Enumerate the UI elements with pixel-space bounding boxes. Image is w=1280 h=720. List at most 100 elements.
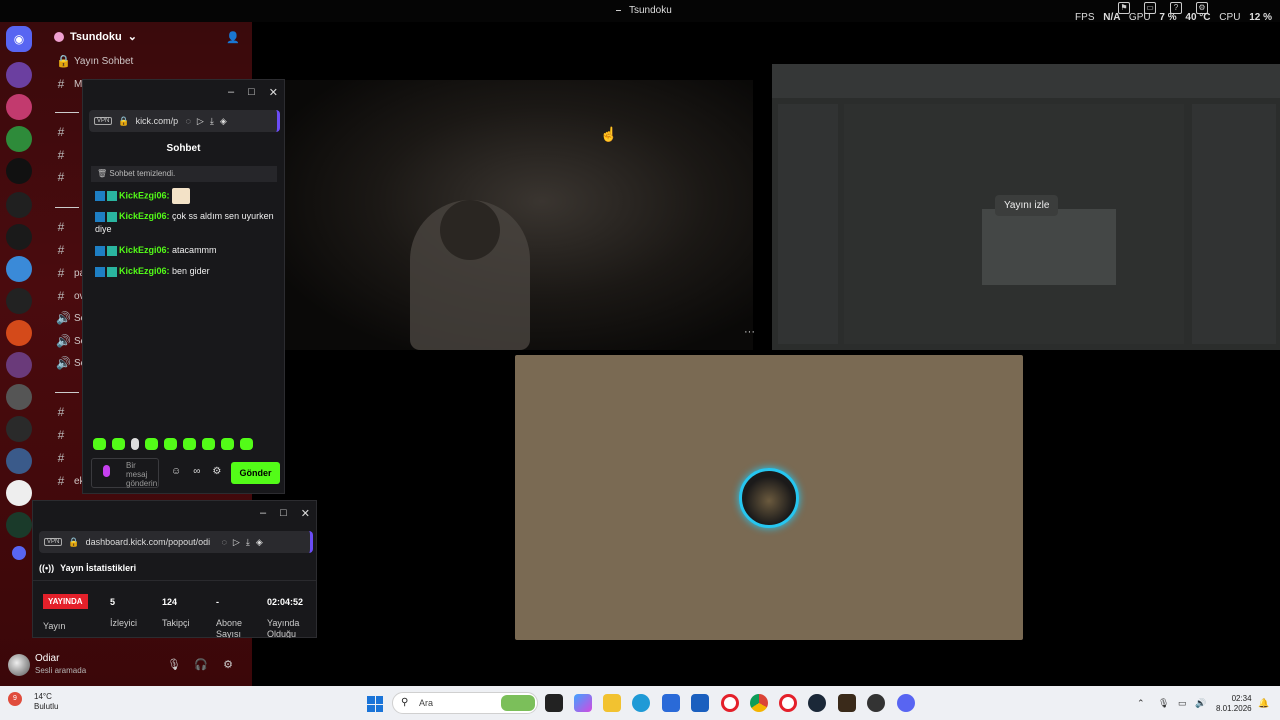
chat-username[interactable]: KickEzgi06: [119,211,170,221]
extension-icon[interactable]: ◈ [256,537,263,548]
emote-icon[interactable] [131,438,139,450]
server-icon[interactable] [6,62,32,88]
vpn-icon[interactable]: VPN [94,117,113,125]
mic-icon[interactable]: 🎙 [1158,698,1169,709]
maximize-icon[interactable]: □ [248,86,255,99]
close-icon[interactable]: ✕ [301,507,310,520]
download-icon[interactable]: ⤓ [246,537,250,548]
url-text[interactable]: kick.com/p [136,116,180,126]
server-icon[interactable] [6,352,32,378]
server-icon[interactable] [6,256,32,282]
server-icon[interactable] [6,288,32,314]
folder-icon[interactable] [12,546,26,560]
avatar[interactable] [8,654,30,676]
stream-person-head [440,200,500,260]
mic-icon[interactable]: 🎙 [167,658,181,672]
more-options-icon[interactable]: ··· [744,326,755,338]
channel-item[interactable]: # [56,243,66,257]
server-icon[interactable] [6,320,32,346]
minimize-icon[interactable]: – [260,507,266,520]
task-view-icon[interactable] [545,694,563,712]
network-icon[interactable]: ▭ [1178,698,1187,709]
add-user-icon[interactable]: 👤 [226,31,240,44]
extension-icon[interactable]: ◈ [220,116,227,127]
mic-icon[interactable] [103,465,110,477]
outlook-icon[interactable] [691,694,709,712]
headphones-icon[interactable]: 🎧 [194,658,208,672]
download-icon[interactable]: ⤓ [210,116,214,127]
windows-start-icon[interactable] [367,696,383,712]
gear-icon[interactable]: ⚙ [221,658,235,672]
watch-stream-button[interactable]: Yayını izle [995,195,1059,216]
server-icon[interactable] [6,192,32,218]
chat-input[interactable]: Bir mesaj gönderin [91,458,159,488]
server-icon[interactable] [6,126,32,152]
server-icon[interactable] [6,94,32,120]
channel-item[interactable]: # ov [56,289,85,303]
channel-item[interactable]: 🔒 Yayın Sohbet [56,54,133,68]
server-icon[interactable] [6,416,32,442]
chat-username[interactable]: KickEzgi06: [119,190,170,200]
discord-home-icon[interactable]: ◉ [6,26,32,52]
shield-icon[interactable]: ◌ [186,116,191,126]
server-icon[interactable] [6,512,32,538]
server-icon[interactable] [6,448,32,474]
emote-icon[interactable] [221,438,234,450]
address-bar[interactable]: VPN 🔒 dashboard.kick.com/popout/odi ◌ ▷ … [39,531,313,553]
emote-icon[interactable] [93,438,106,450]
channel-item[interactable]: # [56,125,66,139]
channel-item[interactable]: # pa [56,266,85,280]
minimize-icon[interactable]: – [228,86,234,99]
emote-icon[interactable] [183,438,196,450]
vpn-icon[interactable]: VPN [44,538,63,546]
send-button[interactable]: Gönder [231,462,280,484]
emote-icon[interactable] [145,438,158,450]
channel-item[interactable]: # [56,148,66,162]
url-text[interactable]: dashboard.kick.com/popout/odi [86,537,216,547]
copilot-icon[interactable] [574,694,592,712]
close-icon[interactable]: ✕ [269,86,278,99]
shield-icon[interactable]: ◌ [222,537,227,547]
taskbar-search[interactable]: ⚲ Ara [392,692,538,714]
file-explorer-icon[interactable] [603,694,621,712]
server-icon[interactable] [6,384,32,410]
emote-icon[interactable] [164,438,177,450]
channel-item[interactable]: # [56,405,66,419]
opera-gx-icon[interactable] [779,694,797,712]
server-icon[interactable] [6,158,32,184]
channel-item[interactable]: # ek [56,474,85,488]
server-icon[interactable] [6,480,32,506]
emote-icon[interactable] [240,438,253,450]
weather-widget[interactable]: 9 14°C Bulutlu [8,692,58,712]
discord-icon[interactable] [897,694,915,712]
emoji-icon[interactable]: ☺ [171,466,181,477]
channel-item[interactable]: # [56,170,66,184]
maximize-icon[interactable]: □ [280,507,287,520]
infinity-icon[interactable]: ∞ [193,466,200,477]
channel-item[interactable]: # [56,428,66,442]
emote-icon[interactable] [202,438,215,450]
chat-username[interactable]: KickEzgi06: [119,266,170,276]
chrome-icon[interactable] [750,694,768,712]
server-icon[interactable] [6,224,32,250]
channel-item[interactable]: # M [56,77,83,91]
gear-icon[interactable]: ⚙ [212,466,221,477]
steam-icon[interactable] [808,694,826,712]
channel-item[interactable]: # [56,451,66,465]
notification-icon[interactable]: 🔔 [1258,698,1269,709]
chat-username[interactable]: KickEzgi06: [119,245,170,255]
channel-item[interactable]: # [56,220,66,234]
store-icon[interactable] [662,694,680,712]
clock[interactable]: 02:34 8.01.2026 [1216,694,1252,714]
chevron-up-icon[interactable]: ⌃ [1137,698,1145,709]
send-icon[interactable]: ▷ [233,537,240,548]
app-icon[interactable] [867,694,885,712]
volume-icon[interactable]: 🔊 [1195,698,1206,709]
opera-icon[interactable] [721,694,739,712]
address-bar[interactable]: VPN 🔒 kick.com/p ◌ ▷ ⤓ ◈ [89,110,280,132]
emote-icon[interactable] [112,438,125,450]
minecraft-icon[interactable] [838,694,856,712]
server-header[interactable]: Tsundoku ⌄ [54,30,137,43]
send-icon[interactable]: ▷ [197,116,204,127]
edge-icon[interactable] [632,694,650,712]
